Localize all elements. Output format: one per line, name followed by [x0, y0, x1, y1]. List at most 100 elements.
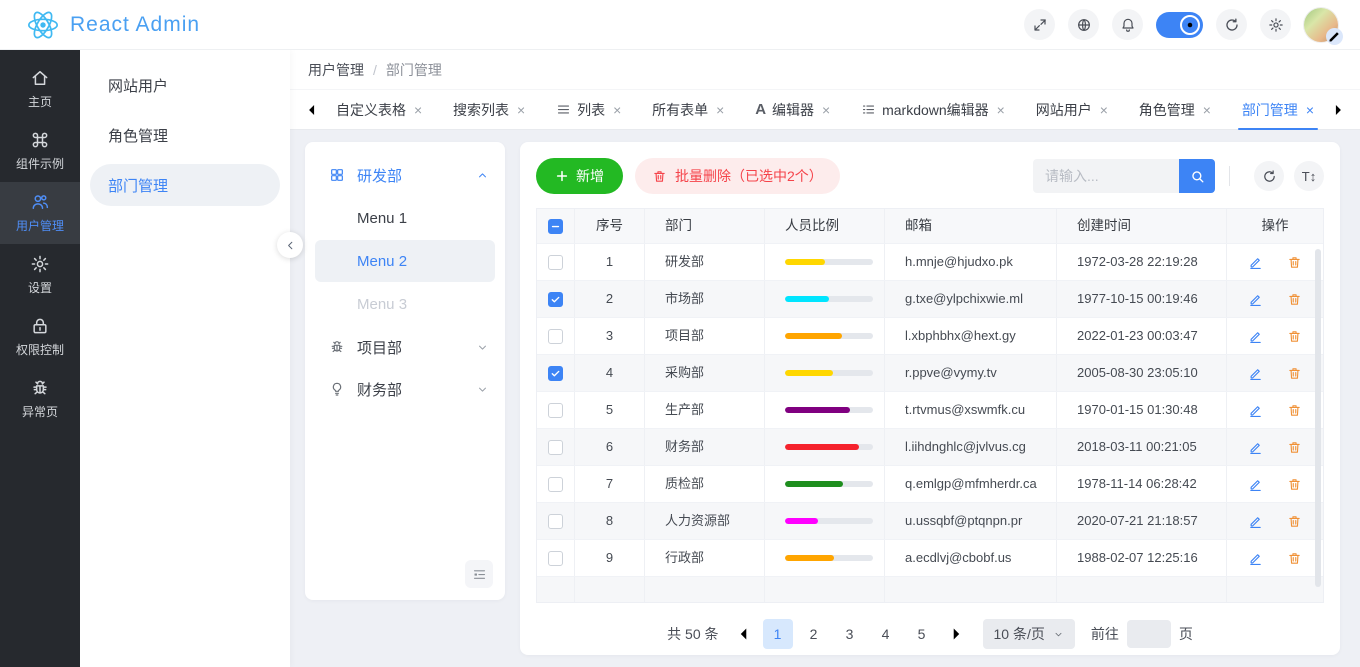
- tab-close-icon[interactable]: ×: [613, 102, 621, 118]
- delete-icon[interactable]: [1287, 440, 1302, 455]
- tree-child-menu-1[interactable]: Menu 1: [315, 197, 495, 239]
- delete-icon[interactable]: [1287, 551, 1302, 566]
- tab-markdown-editor[interactable]: markdown编辑器 ×: [861, 90, 1005, 130]
- tree-node-dev-dept[interactable]: 研发部: [315, 154, 495, 196]
- edit-icon[interactable]: [1248, 255, 1263, 270]
- tab-close-icon[interactable]: ×: [414, 102, 422, 118]
- submenu-item-role-mgmt[interactable]: 角色管理: [90, 114, 280, 156]
- brand[interactable]: React Admin: [0, 8, 200, 42]
- tab-close-icon[interactable]: ×: [822, 102, 830, 118]
- delete-icon[interactable]: [1287, 477, 1302, 492]
- delete-icon[interactable]: [1287, 292, 1302, 307]
- tab-custom-table[interactable]: 自定义表格×: [336, 90, 422, 130]
- table-row: 2市场部g.txe@ylpchixwie.ml1977-10-15 00:19:…: [537, 281, 1323, 318]
- tab-close-icon[interactable]: ×: [1203, 102, 1211, 118]
- tree-node-project-dept[interactable]: 项目部: [315, 326, 495, 368]
- cell-email: l.iihdnghlc@jvlvus.cg: [885, 429, 1057, 465]
- fullscreen-button[interactable]: [1024, 9, 1055, 40]
- tabs-scroll-right-icon[interactable]: [1328, 100, 1348, 120]
- sidebar-item-exceptions[interactable]: 异常页: [0, 368, 80, 430]
- edit-icon[interactable]: [1248, 440, 1263, 455]
- tab-close-icon[interactable]: ×: [1306, 102, 1314, 118]
- edit-icon[interactable]: [1248, 329, 1263, 344]
- sidebar-item-components[interactable]: 组件示例: [0, 120, 80, 182]
- page-button-5[interactable]: 5: [907, 619, 937, 649]
- submenu-item-dept-mgmt[interactable]: 部门管理: [90, 164, 280, 206]
- sidebar-item-user-mgmt[interactable]: 用户管理: [0, 182, 80, 244]
- next-page-icon[interactable]: [945, 623, 967, 645]
- tree-child-menu-2[interactable]: Menu 2: [315, 240, 495, 282]
- delete-icon[interactable]: [1287, 366, 1302, 381]
- tab-close-icon[interactable]: ×: [517, 102, 525, 118]
- notification-button[interactable]: [1112, 9, 1143, 40]
- pagination: 共 50 条 12345 10 条/页 前往 页: [536, 619, 1324, 649]
- sidebar-item-settings[interactable]: 设置: [0, 244, 80, 306]
- toolbar-right: T↕: [1033, 159, 1324, 193]
- tab-dept-mgmt[interactable]: 部门管理×: [1242, 90, 1314, 130]
- select-all-checkbox[interactable]: [548, 219, 563, 234]
- table-fontsize-button[interactable]: T↕: [1294, 161, 1324, 191]
- sidebar-item-home[interactable]: 主页: [0, 58, 80, 120]
- row-checkbox[interactable]: [548, 440, 563, 455]
- edit-icon[interactable]: [1248, 477, 1263, 492]
- tab-label: markdown编辑器: [882, 100, 989, 120]
- batch-delete-button[interactable]: 批量删除（已选中2个）: [635, 158, 840, 194]
- tab-editor[interactable]: A编辑器×: [755, 90, 830, 130]
- delete-icon[interactable]: [1287, 403, 1302, 418]
- row-checkbox[interactable]: [548, 366, 563, 381]
- tree-child-menu-3[interactable]: Menu 3: [315, 283, 495, 325]
- delete-icon[interactable]: [1287, 329, 1302, 344]
- tab-search-list[interactable]: 搜索列表×: [453, 90, 525, 130]
- tree-node-finance-dept[interactable]: 财务部: [315, 368, 495, 410]
- row-checkbox[interactable]: [548, 477, 563, 492]
- tab-role-mgmt[interactable]: 角色管理×: [1139, 90, 1211, 130]
- page-button-2[interactable]: 2: [799, 619, 829, 649]
- delete-icon[interactable]: [1287, 514, 1302, 529]
- row-checkbox[interactable]: [548, 292, 563, 307]
- table-scrollbar[interactable]: [1315, 249, 1321, 587]
- cell-index: 8: [575, 503, 645, 539]
- row-checkbox[interactable]: [548, 329, 563, 344]
- delete-icon[interactable]: [1287, 255, 1302, 270]
- edit-icon[interactable]: [1248, 292, 1263, 307]
- collapse-panel-button[interactable]: [277, 232, 303, 258]
- cell-operations: [1227, 540, 1323, 576]
- edit-icon[interactable]: [1248, 403, 1263, 418]
- tab-list[interactable]: 列表×: [556, 90, 621, 130]
- theme-toggle-knob: [1180, 15, 1200, 35]
- search-input[interactable]: [1033, 159, 1179, 193]
- row-checkbox[interactable]: [548, 514, 563, 529]
- row-checkbox[interactable]: [548, 551, 563, 566]
- header-cell-checkbox: [537, 209, 575, 243]
- tree-indent-button[interactable]: [465, 560, 493, 588]
- language-button[interactable]: [1068, 9, 1099, 40]
- tab-all-forms[interactable]: 所有表单×: [652, 90, 724, 130]
- search-button[interactable]: [1179, 159, 1215, 193]
- tree-node-label: 研发部: [357, 165, 402, 186]
- add-button[interactable]: 新增: [536, 158, 623, 194]
- tab-site-users[interactable]: 网站用户×: [1036, 90, 1108, 130]
- edit-icon[interactable]: [1248, 551, 1263, 566]
- user-avatar[interactable]: [1304, 8, 1338, 42]
- page-button-3[interactable]: 3: [835, 619, 865, 649]
- settings-button[interactable]: [1260, 9, 1291, 40]
- edit-icon[interactable]: [1248, 366, 1263, 381]
- goto-page-input[interactable]: [1127, 620, 1171, 648]
- tab-close-icon[interactable]: ×: [716, 102, 724, 118]
- tabs-scroll-left-icon[interactable]: [302, 100, 322, 120]
- theme-toggle[interactable]: [1156, 12, 1203, 38]
- submenu-item-site-users[interactable]: 网站用户: [90, 64, 280, 106]
- breadcrumb-item[interactable]: 用户管理: [308, 60, 364, 80]
- row-checkbox[interactable]: [548, 403, 563, 418]
- page-button-4[interactable]: 4: [871, 619, 901, 649]
- page-button-1[interactable]: 1: [763, 619, 793, 649]
- edit-icon[interactable]: [1248, 514, 1263, 529]
- refresh-button[interactable]: [1216, 9, 1247, 40]
- sidebar-item-permissions[interactable]: 权限控制: [0, 306, 80, 368]
- page-size-select[interactable]: 10 条/页: [983, 619, 1075, 649]
- table-refresh-button[interactable]: [1254, 161, 1284, 191]
- prev-page-icon[interactable]: [733, 623, 755, 645]
- tab-close-icon[interactable]: ×: [1100, 102, 1108, 118]
- tab-close-icon[interactable]: ×: [997, 102, 1005, 118]
- row-checkbox[interactable]: [548, 255, 563, 270]
